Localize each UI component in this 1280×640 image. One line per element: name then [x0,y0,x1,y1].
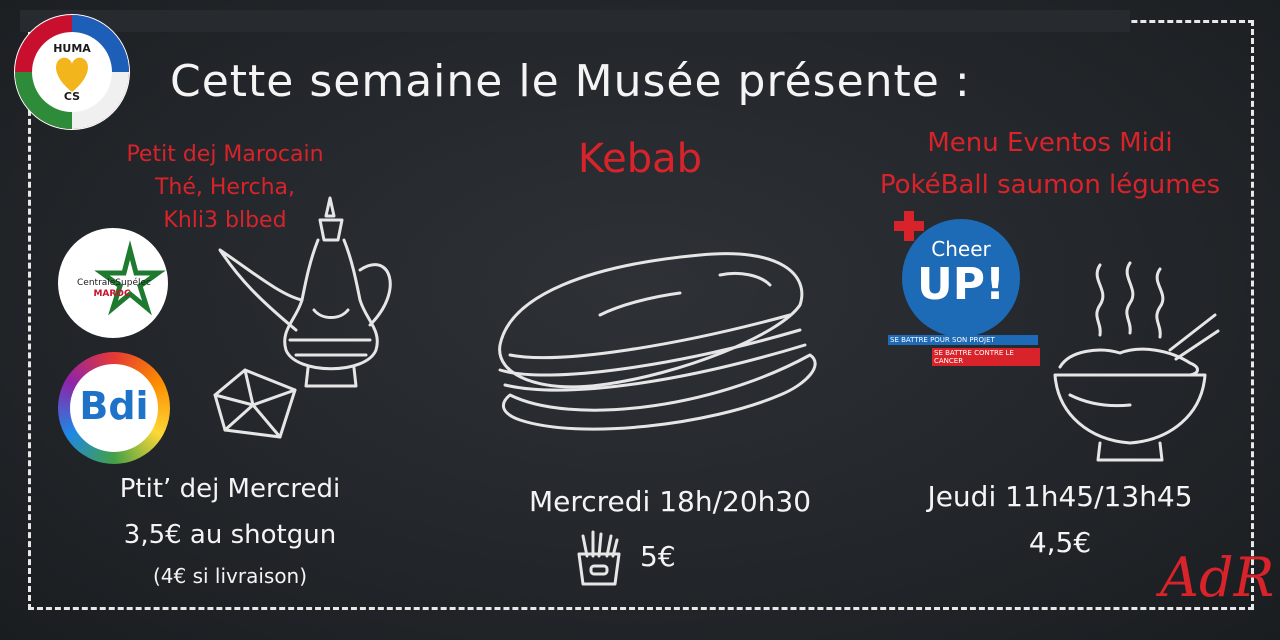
center-price: 5€ [640,540,676,573]
cheer-up-big-text: UP! [916,259,1006,310]
center-schedule: Mercredi 18h/20h30 [528,485,812,518]
right-heading-line: PokéBall saumon légumes [879,170,1221,200]
adr-signature-logo: AdR [1160,546,1275,609]
cheer-up-top-text: Cheer [931,237,991,261]
cheer-up-tagline-1: SE BATTRE POUR SON PROJET [888,335,1038,345]
maroc-logo-text: CentraleSupélec [77,278,151,288]
cheer-up-tagline-2: SE BATTRE CONTRE LE CANCER [932,348,1040,366]
sandwich-icon [498,252,817,431]
cs-label: CS [63,90,81,103]
frame-gap [20,10,1130,32]
right-schedule: Jeudi 11h45/13h45 [927,480,1193,513]
maroc-logo-subtext: MAROC [93,289,131,299]
left-price: 3,5€ au shotgun [123,520,337,550]
huma-cs-logo: HUMA CS [14,14,130,130]
huma-label: HUMA [53,42,91,55]
msemen-icon [213,368,297,439]
cheer-up-logo: Cheer UP! SE BATTRE POUR SON PROJET SE B… [888,211,1040,366]
bdi-logo: Bdi [58,352,170,464]
left-heading-line: Petit dej Marocain [126,142,324,167]
center-heading: Kebab [577,136,703,182]
right-heading-line: Menu Eventos Midi [927,128,1173,158]
left-note: (4€ si livraison) [152,564,308,588]
bdi-logo-text: Bdi [79,384,149,428]
right-price: 4,5€ [1028,526,1092,559]
bowl-icon [1053,261,1220,462]
page-title: Cette semaine le Musée présente : [170,56,971,107]
right-heading: Menu Eventos Midi PokéBall saumon légume… [830,122,1270,206]
left-day: Ptit’ dej Mercredi [119,474,341,504]
fries-icon [577,530,621,586]
centralesupelec-maroc-logo: CentraleSupélec MAROC [58,228,168,338]
